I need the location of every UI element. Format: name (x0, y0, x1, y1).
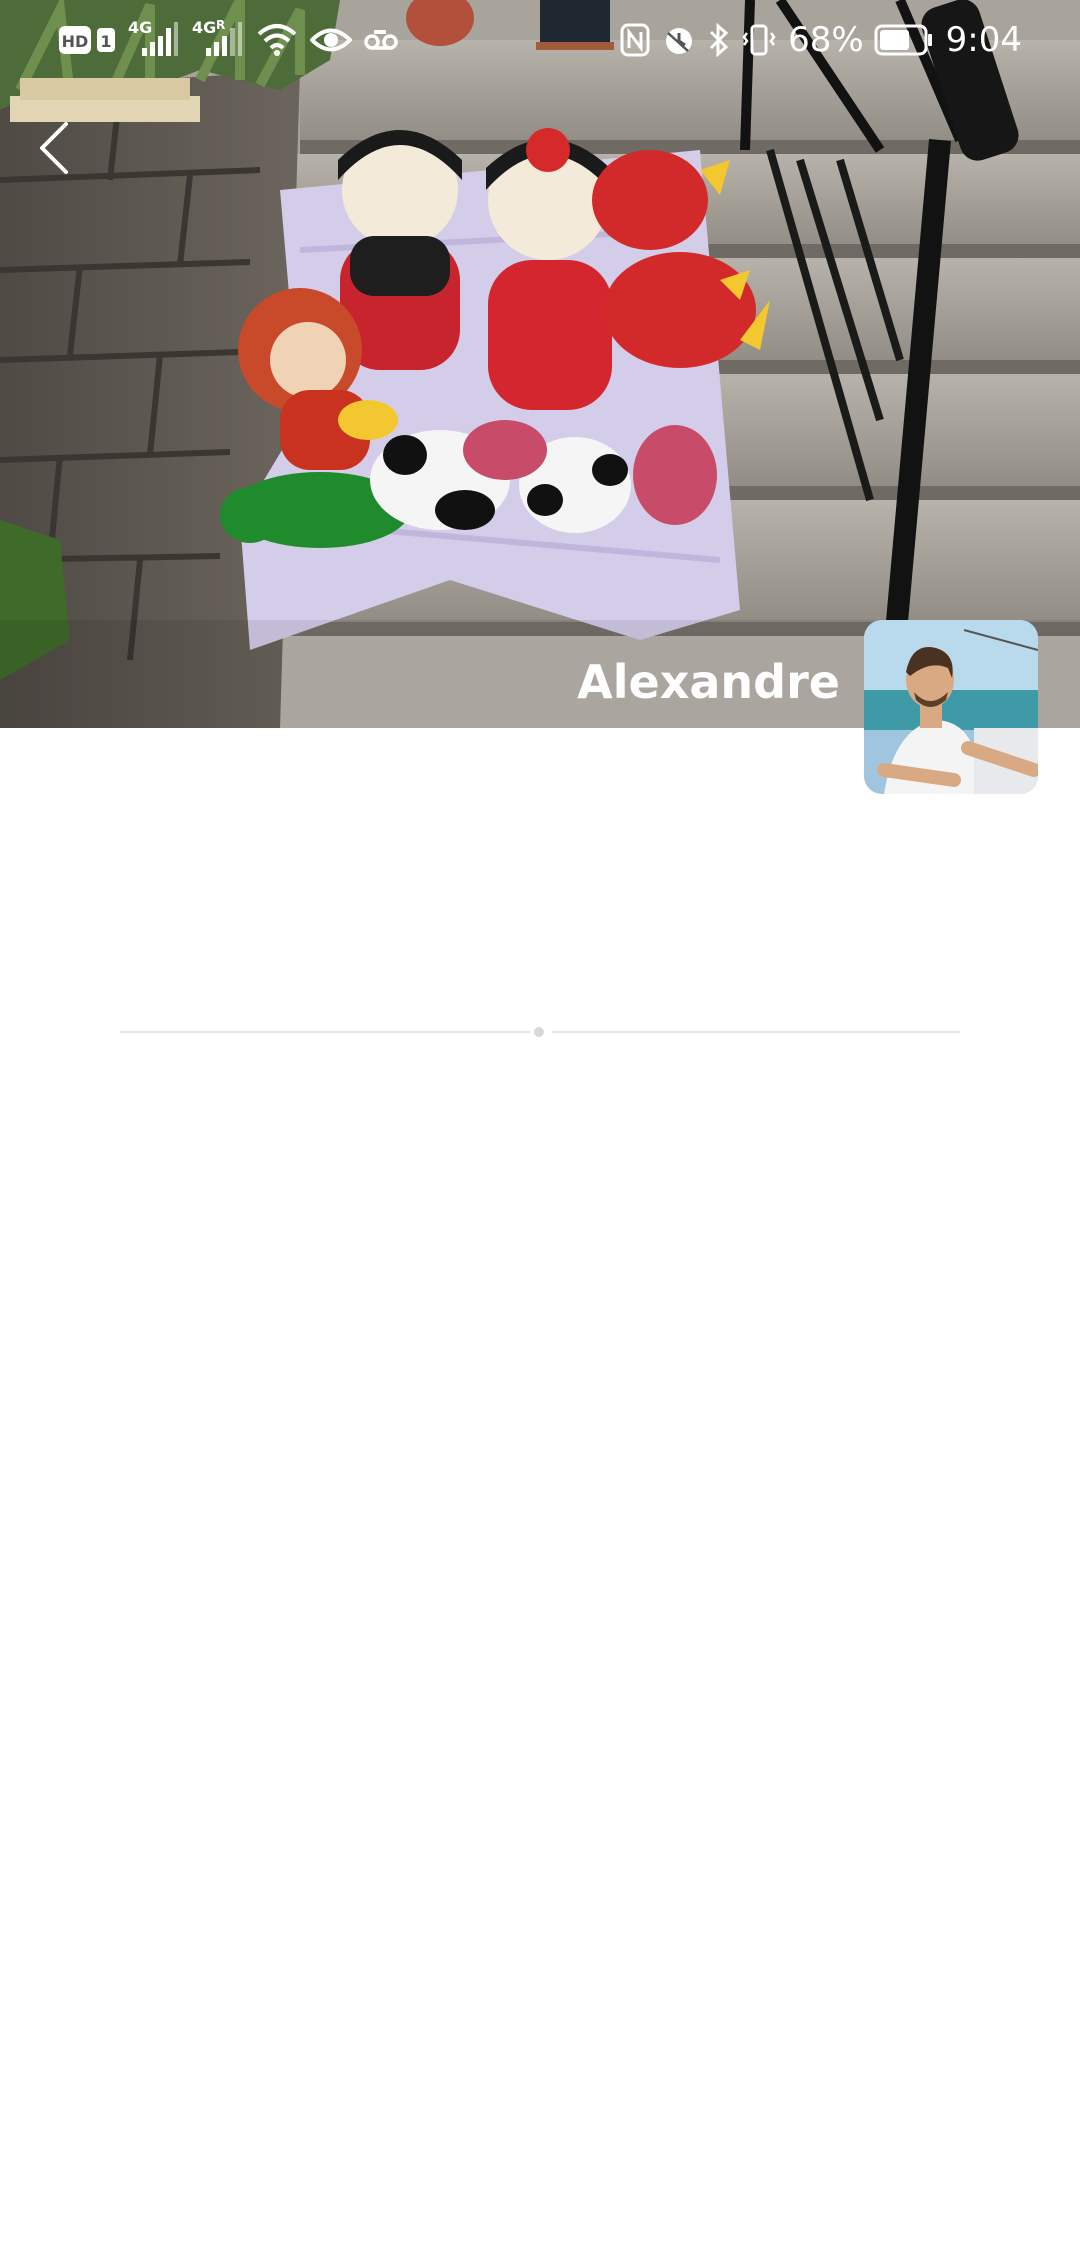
vibrate-icon (742, 23, 776, 57)
status-bar-right: 68% 9:04 (620, 18, 1022, 62)
status-bar-left: HD 1 4G 4G R (58, 18, 410, 62)
nfc-icon (620, 23, 650, 57)
chevron-left-icon (40, 122, 68, 174)
profile-name: Alexandre (577, 655, 840, 709)
clock-time: 9:04 (945, 20, 1022, 60)
sim-label: 1 (100, 32, 111, 51)
roaming-label: R (216, 18, 226, 32)
hd-icon: HD (58, 25, 92, 55)
network-1-label: 4G (128, 18, 153, 37)
bluetooth-icon (708, 23, 730, 57)
avatar[interactable] (864, 620, 1038, 794)
voicemail-icon (364, 28, 398, 52)
profile-page: HD 1 4G 4G R 68% 9:04 Alexandre (0, 0, 1080, 2244)
alarm-icon (662, 23, 696, 57)
divider-line-left (120, 1031, 530, 1033)
cover-photo[interactable] (0, 0, 1080, 728)
eye-comfort-icon (310, 25, 352, 55)
divider-line-right (552, 1031, 960, 1033)
battery-fill (879, 30, 909, 50)
signal-4g-roaming-icon: 4G R (192, 18, 244, 60)
divider-dot (534, 1027, 544, 1037)
signal-4g-icon: 4G (128, 18, 180, 60)
back-button[interactable] (28, 112, 80, 184)
wifi-icon (256, 22, 298, 58)
network-2-label: 4G (192, 18, 217, 37)
hd-label: HD (62, 32, 89, 51)
cover-photo-image (0, 0, 1080, 728)
status-bar: HD 1 4G 4G R 68% 9:04 (0, 0, 1080, 80)
sim-1-badge: 1 (96, 25, 116, 55)
battery-icon (874, 24, 934, 56)
content-divider (120, 1026, 960, 1038)
avatar-photo (864, 620, 1038, 794)
battery-percent: 68% (788, 20, 864, 60)
